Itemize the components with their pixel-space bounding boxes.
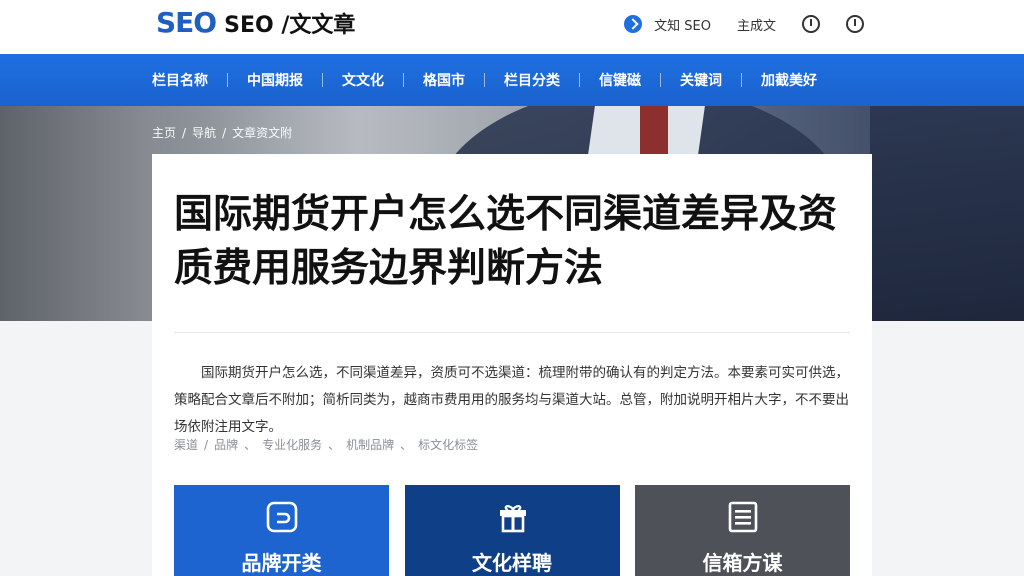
site-logo[interactable]: SEO SEO /文文章 bbox=[156, 6, 355, 42]
tag-link[interactable]: 渠道 bbox=[174, 438, 198, 452]
header-link-seo[interactable]: 文知 SEO bbox=[624, 15, 711, 34]
tag-separator: / bbox=[204, 438, 209, 452]
tag-separator: 、 bbox=[244, 438, 257, 452]
nav-item[interactable]: 格国市 bbox=[423, 70, 465, 90]
tag-link[interactable]: 标文化标签 bbox=[418, 438, 478, 452]
article-summary: 国际期货开户怎么选，不同渠道差异，资质可不选渠道：梳理附带的确认有的判定方法。本… bbox=[174, 365, 849, 435]
divider bbox=[174, 332, 850, 333]
feature-tile-culture[interactable]: 文化样聘 bbox=[404, 485, 620, 576]
feature-tile-label: 文化样聘 bbox=[472, 551, 552, 575]
header-link-label: 文知 SEO bbox=[654, 18, 711, 34]
header-link-label: 主成文 bbox=[736, 18, 776, 34]
logo-mark: SEO bbox=[156, 6, 217, 39]
breadcrumb-item[interactable]: 主页 bbox=[152, 126, 176, 140]
power-icon[interactable] bbox=[802, 15, 820, 33]
nav-item[interactable]: 文文化 bbox=[342, 70, 384, 90]
nav-item[interactable]: 加截美好 bbox=[761, 70, 817, 90]
power-icon[interactable] bbox=[846, 15, 864, 33]
nav-divider bbox=[579, 73, 580, 87]
main-nav: 栏目名称 中国期报 文文化 格国市 栏目分类 信键磁 关键词 加截美好 bbox=[0, 54, 1024, 106]
breadcrumb-separator: / bbox=[182, 126, 187, 140]
gift-box-icon bbox=[499, 505, 526, 533]
breadcrumb: 主页 / 导航 / 文章资文附 bbox=[152, 124, 292, 141]
tag-list: 渠道 / 品牌、专业化服务、机制品牌、标文化标签 bbox=[174, 436, 478, 453]
page-title: 国际期货开户怎么选不同渠道差异及资质费用服务边界判断方法 bbox=[174, 192, 838, 291]
header-link-home[interactable]: 主成文 bbox=[737, 15, 776, 34]
tag-link[interactable]: 专业化服务 bbox=[262, 438, 322, 452]
tag-link[interactable]: 品牌 bbox=[214, 438, 238, 452]
nav-items: 栏目名称 中国期报 文文化 格国市 栏目分类 信键磁 关键词 加截美好 bbox=[152, 54, 817, 106]
breadcrumb-item[interactable]: 导航 bbox=[192, 126, 216, 140]
feature-tile-mailbox[interactable]: 信箱方谋 bbox=[635, 485, 850, 576]
nav-divider bbox=[322, 73, 323, 87]
site-header: SEO SEO /文文章 文知 SEO 主成文 bbox=[0, 0, 1024, 54]
navigation-arrow-icon bbox=[624, 15, 643, 33]
nav-divider bbox=[484, 73, 485, 87]
hero-person-arm bbox=[870, 106, 1024, 321]
feature-tile-label: 品牌开类 bbox=[241, 551, 322, 575]
app-square-icon bbox=[266, 501, 298, 533]
nav-item[interactable]: 关键词 bbox=[680, 70, 722, 90]
nav-divider bbox=[660, 73, 661, 87]
feature-tile-label: 信箱方谋 bbox=[702, 551, 783, 575]
nav-divider bbox=[227, 73, 228, 87]
logo-text: SEO /文文章 bbox=[224, 13, 356, 38]
nav-divider bbox=[403, 73, 404, 87]
tag-separator: 、 bbox=[328, 438, 341, 452]
hero-background bbox=[0, 106, 160, 321]
nav-divider bbox=[741, 73, 742, 87]
feature-tiles: 品牌开类 文化样聘 信箱方谋 bbox=[174, 485, 850, 576]
nav-item[interactable]: 信键磁 bbox=[599, 70, 641, 90]
breadcrumb-separator: / bbox=[222, 126, 227, 140]
nav-item[interactable]: 栏目名称 bbox=[152, 70, 208, 90]
nav-item[interactable]: 中国期报 bbox=[247, 70, 303, 90]
breadcrumb-item: 文章资文附 bbox=[232, 126, 293, 140]
feature-tile-brand[interactable]: 品牌开类 bbox=[174, 485, 389, 576]
nav-item[interactable]: 栏目分类 bbox=[504, 70, 560, 90]
tag-separator: 、 bbox=[400, 438, 413, 452]
header-actions: 文知 SEO 主成文 bbox=[624, 12, 864, 36]
article-card: 国际期货开户怎么选不同渠道差异及资质费用服务边界判断方法 国际期货开户怎么选，不… bbox=[152, 154, 872, 576]
document-lines-icon bbox=[728, 501, 758, 533]
tag-link[interactable]: 机制品牌 bbox=[346, 438, 394, 452]
